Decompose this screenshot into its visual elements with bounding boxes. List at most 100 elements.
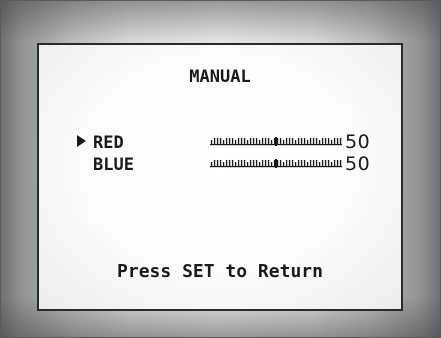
slider-tick — [306, 140, 309, 144]
slider-tick — [306, 162, 309, 166]
slider-tick — [297, 138, 300, 144]
slider-tick — [330, 162, 333, 166]
slider-tick — [231, 138, 234, 144]
slider-tick — [321, 138, 324, 144]
slider-tick — [228, 138, 231, 144]
menu-item-red-label: RED — [93, 133, 124, 153]
slider-tick — [270, 140, 273, 144]
slider-marker[interactable] — [275, 159, 277, 168]
footer-hint: Press SET to Return — [117, 261, 323, 282]
slider-tick — [318, 162, 321, 166]
slider-tick — [315, 138, 318, 144]
slider-tick — [327, 138, 330, 144]
slider-tick — [300, 138, 303, 144]
slider-tick — [291, 160, 294, 166]
slider-tick — [309, 138, 312, 144]
slider-tick — [240, 160, 243, 166]
slider-tick — [321, 160, 324, 166]
slider-tick — [264, 138, 267, 144]
blue-level-slider[interactable] — [210, 159, 342, 168]
slider-tick — [255, 138, 258, 144]
slider-tick — [243, 160, 246, 166]
slider-tick — [276, 138, 279, 144]
slider-tick — [270, 162, 273, 166]
slider-tick — [267, 138, 270, 144]
slider-tick — [234, 140, 237, 144]
slider-tick — [291, 138, 294, 144]
slider-tick — [279, 138, 282, 144]
slider-tick — [222, 162, 225, 166]
slider-tick — [303, 138, 306, 144]
slider-tick — [264, 160, 267, 166]
slider-tick — [294, 162, 297, 166]
slider-tick — [333, 138, 336, 144]
slider-tick — [324, 160, 327, 166]
slider-tick — [246, 140, 249, 144]
monitor-bezel: MANUAL RED 50 BLUE 50 Press SET to Retur… — [0, 0, 441, 338]
slider-tick — [255, 160, 258, 166]
slider-tick — [249, 160, 252, 166]
slider-tick — [237, 160, 240, 166]
menu-title: MANUAL — [189, 67, 251, 87]
slider-tick — [219, 138, 222, 144]
slider-tick — [312, 160, 315, 166]
slider-marker[interactable] — [275, 137, 277, 146]
slider-tick — [225, 138, 228, 144]
slider-tick — [282, 162, 285, 166]
slider-tick — [252, 138, 255, 144]
slider-tick — [249, 138, 252, 144]
slider-tick — [210, 162, 213, 166]
slider-tick — [285, 138, 288, 144]
slider-tick — [294, 140, 297, 144]
slider-tick — [216, 160, 219, 166]
slider-tick — [258, 140, 261, 144]
slider-tick — [252, 160, 255, 166]
slider-tick — [234, 162, 237, 166]
slider-tick — [336, 138, 339, 144]
slider-tick — [339, 138, 342, 144]
slider-tick — [309, 160, 312, 166]
slider-tick — [216, 138, 219, 144]
menu-item-blue-label: BLUE — [93, 155, 134, 175]
red-level-slider[interactable] — [210, 137, 342, 146]
slider-tick — [237, 138, 240, 144]
slider-tick — [318, 140, 321, 144]
slider-tick — [315, 160, 318, 166]
slider-tick — [330, 140, 333, 144]
slider-tick — [339, 160, 342, 166]
slider-tick — [261, 138, 264, 144]
slider-tick — [327, 160, 330, 166]
slider-tick — [219, 160, 222, 166]
slider-tick — [210, 140, 213, 144]
slider-tick — [324, 138, 327, 144]
menu-item-red[interactable]: RED 50 — [39, 131, 401, 153]
slider-tick — [279, 160, 282, 166]
slider-tick — [312, 138, 315, 144]
slider-tick — [213, 160, 216, 166]
slider-tick — [282, 140, 285, 144]
slider-tick — [267, 160, 270, 166]
blue-value: 50 — [345, 153, 371, 175]
slider-tick — [222, 140, 225, 144]
slider-tick — [297, 160, 300, 166]
slider-tick — [300, 160, 303, 166]
red-value: 50 — [345, 131, 371, 153]
slider-tick — [288, 138, 291, 144]
slider-tick — [288, 160, 291, 166]
slider-tick — [333, 160, 336, 166]
slider-tick — [213, 138, 216, 144]
slider-tick — [231, 160, 234, 166]
slider-tick — [336, 160, 339, 166]
slider-tick — [225, 160, 228, 166]
slider-tick — [276, 160, 279, 166]
triangle-right-icon — [77, 135, 86, 147]
slider-tick — [285, 160, 288, 166]
slider-tick — [228, 160, 231, 166]
osd-screen: MANUAL RED 50 BLUE 50 Press SET to Retur… — [37, 43, 403, 311]
slider-tick — [246, 162, 249, 166]
slider-tick — [240, 138, 243, 144]
slider-tick — [261, 160, 264, 166]
slider-tick — [258, 162, 261, 166]
slider-tick — [243, 138, 246, 144]
menu-item-blue[interactable]: BLUE 50 — [39, 153, 401, 175]
